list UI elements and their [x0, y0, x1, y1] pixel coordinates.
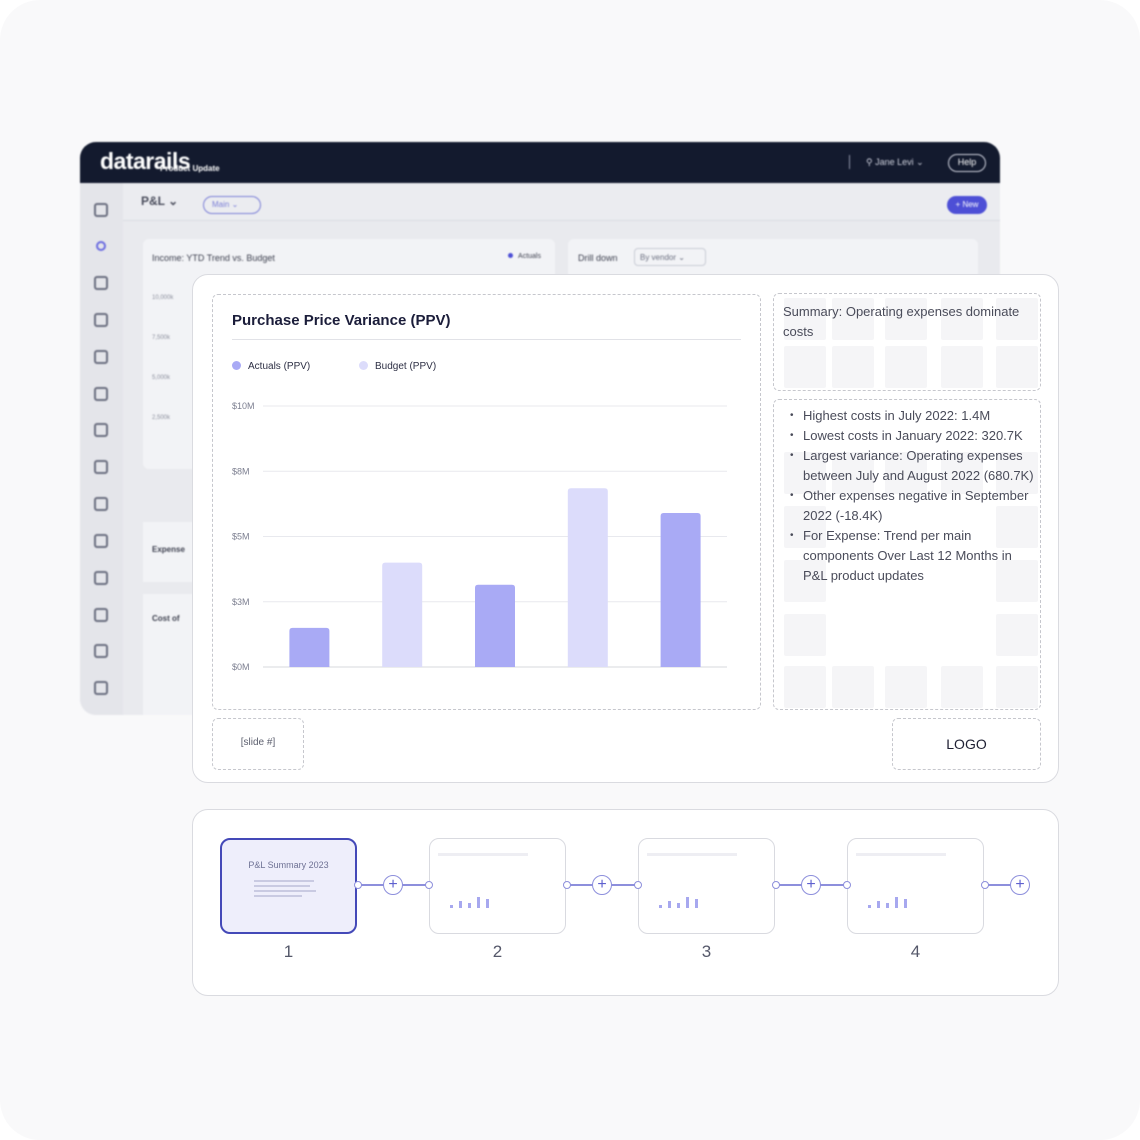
drilldown-select[interactable]: By vendor ⌄: [634, 248, 706, 266]
thumbnail-title: P&L Summary 2023: [248, 860, 329, 870]
help-button[interactable]: Help: [948, 154, 986, 172]
slide-strip: P&L Summary 2023 1 2 3 4 + + + +: [192, 809, 1059, 996]
report-selector[interactable]: P&L ⌄: [141, 194, 178, 208]
insight-item: Lowest costs in January 2022: 320.7K: [783, 426, 1039, 446]
income-card-title: Income: YTD Trend vs. Budget: [152, 253, 275, 263]
chevron-down-icon: ⌄: [676, 253, 685, 262]
connector-node: [772, 881, 780, 889]
income-y-tick: 2,500k: [152, 415, 171, 421]
bar: [660, 513, 701, 667]
chevron-down-icon: ⌄: [164, 194, 179, 208]
connector-node: [843, 881, 851, 889]
y-tick-label: $3M: [232, 597, 250, 607]
logo-placeholder[interactable]: LOGO: [892, 718, 1041, 770]
summary-text: Summary: Operating expenses dominate cos…: [783, 304, 1020, 339]
slide-number: 1: [283, 942, 294, 961]
slide-thumbnail-4[interactable]: [847, 838, 984, 934]
app-header: datarails Product Update ⚲ Jane Levi ⌄ H…: [80, 142, 1000, 183]
y-tick-label: $8M: [232, 466, 250, 476]
app-toolbar: P&L ⌄ Main ⌄ + New: [123, 183, 1000, 221]
slide-number: 3: [701, 942, 712, 961]
logo-text: LOGO: [946, 736, 987, 752]
income-y-tick: 7,500k: [152, 335, 171, 341]
slide-thumbnail-3[interactable]: [638, 838, 775, 934]
chevron-down-icon: ⌄: [229, 200, 239, 209]
chart-placeholder[interactable]: Purchase Price Variance (PPV) Actuals (P…: [212, 294, 761, 710]
view-name: Main: [212, 200, 230, 209]
slide-canvas: Purchase Price Variance (PPV) Actuals (P…: [192, 274, 1059, 783]
income-y-tick: 5,000k: [152, 375, 171, 381]
chevron-down-icon: ⌄: [913, 157, 924, 167]
bar: [567, 488, 608, 667]
user-name: Jane Levi: [875, 157, 914, 167]
bar: [475, 584, 515, 667]
bar: [382, 562, 423, 667]
y-tick-label: $10M: [232, 401, 255, 411]
new-button[interactable]: + New: [947, 196, 987, 214]
income-card-legend: Actuals: [508, 253, 541, 260]
insight-item: Largest variance: Operating expenses bet…: [783, 446, 1039, 486]
settings-icon[interactable]: [94, 571, 108, 585]
slide-number-placeholder[interactable]: [slide #]: [212, 718, 304, 770]
sidebar: [80, 183, 123, 715]
add-slide-button[interactable]: +: [592, 875, 612, 895]
add-slide-button[interactable]: +: [1010, 875, 1030, 895]
connector-node: [981, 881, 989, 889]
drilldown-value: By vendor: [640, 253, 677, 262]
spreadsheet-settings-icon[interactable]: [94, 497, 108, 511]
bar-chart-icon[interactable]: [94, 387, 108, 401]
report-icon[interactable]: [94, 350, 108, 364]
connector-node: [354, 881, 362, 889]
slide-number: 2: [492, 942, 503, 961]
user-menu[interactable]: ⚲ Jane Levi ⌄: [866, 157, 924, 168]
bar-chart-plot: $0M $3M $5M $8M $10M: [232, 401, 727, 672]
document-icon[interactable]: [94, 460, 108, 474]
add-slide-button[interactable]: +: [801, 875, 821, 895]
report-name: P&L: [141, 194, 165, 208]
drilldown-label: Drill down: [578, 253, 618, 263]
summary-placeholder[interactable]: Summary: Operating expenses dominate cos…: [773, 293, 1041, 391]
income-y-tick: 10,000k: [152, 295, 174, 301]
y-tick-label: $0M: [232, 662, 250, 672]
slide-thumbnail-2[interactable]: [429, 838, 566, 934]
bar: [289, 627, 330, 667]
view-selector[interactable]: Main ⌄: [203, 196, 261, 214]
insight-item: For Expense: Trend per main components O…: [783, 526, 1039, 586]
insights-list: Highest costs in July 2022: 1.4M Lowest …: [783, 406, 1039, 586]
presentation-icon[interactable]: [94, 423, 108, 437]
add-slide-button[interactable]: +: [383, 875, 403, 895]
y-tick-label: $5M: [232, 532, 250, 542]
header-divider: [849, 155, 850, 169]
insights-placeholder[interactable]: Highest costs in July 2022: 1.4M Lowest …: [773, 399, 1041, 710]
file-icon[interactable]: [94, 608, 108, 622]
connector-node: [634, 881, 642, 889]
brand-subtitle: Product Update: [160, 164, 220, 173]
insight-item: Highest costs in July 2022: 1.4M: [783, 406, 1039, 426]
bank-icon[interactable]: [94, 313, 108, 327]
drilldown-card: Drill down By vendor ⌄: [568, 239, 978, 279]
slide-thumbnail-1[interactable]: P&L Summary 2023: [220, 838, 357, 934]
home-icon[interactable]: [94, 203, 108, 217]
grid-icon[interactable]: [94, 644, 108, 658]
table-icon[interactable]: [94, 534, 108, 548]
slide-number-text: [slide #]: [240, 737, 276, 748]
slide-number: 4: [910, 942, 921, 961]
connector-node: [425, 881, 433, 889]
hierarchy-icon[interactable]: [94, 276, 108, 290]
connector-node: [563, 881, 571, 889]
sparkle-icon[interactable]: [96, 241, 106, 251]
key-icon[interactable]: [94, 681, 108, 695]
user-icon: ⚲: [866, 157, 876, 167]
insight-item: Other expenses negative in September 202…: [783, 486, 1039, 526]
